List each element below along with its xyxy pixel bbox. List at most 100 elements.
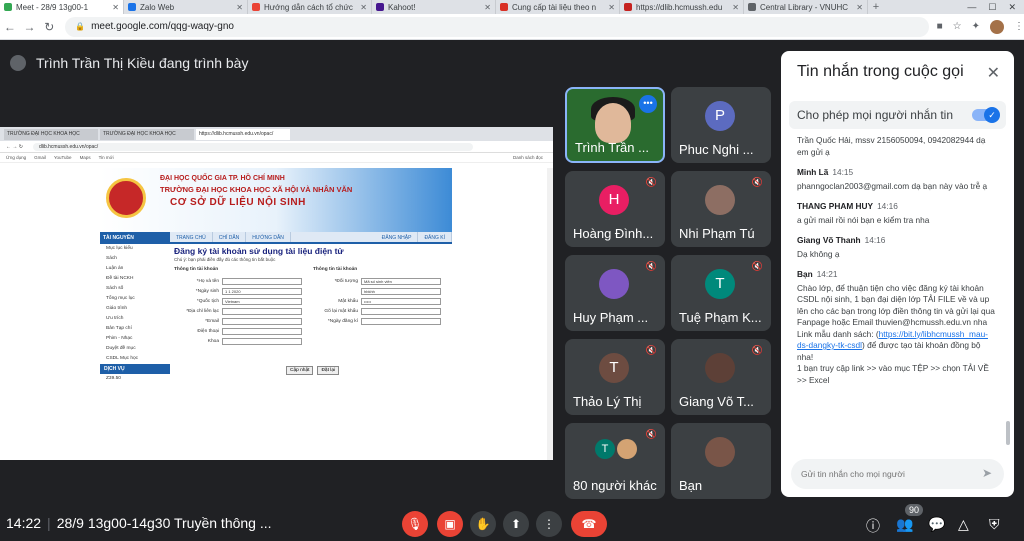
form-label: *Quốc tịch — [196, 298, 219, 304]
profile-avatar[interactable] — [989, 19, 1004, 34]
tab-close-icon[interactable]: ✕ — [732, 3, 739, 12]
chat-message: THANG PHAM HUY 14:16 a gửi mail rồi nói bạ… — [797, 201, 997, 226]
people-icon[interactable]: 👥 — [896, 516, 913, 533]
close-chat-icon[interactable]: ✕ — [987, 63, 1000, 83]
form-label: Điện thoại — [197, 328, 219, 334]
participant-tile[interactable]: 🔇 Huy Phạm ... — [565, 255, 665, 331]
form-row: *Ngày sinh 1 1 2020 — [174, 286, 313, 296]
participant-tile[interactable]: Bạn — [671, 423, 771, 499]
form-label: Mật khẩu — [338, 298, 358, 304]
mic-off-button[interactable]: 🎙 — [402, 511, 428, 537]
form-input[interactable] — [222, 317, 302, 325]
raise-hand-button[interactable]: ✋ — [470, 511, 496, 537]
shared-address-bar: ← → ↻ dlib.hcmussh.edu.vn/opac/ — [0, 141, 553, 153]
form-input[interactable]: Vietnam — [222, 297, 302, 305]
host-controls-icon[interactable]: ⛨ — [989, 516, 1000, 533]
message-body: phanngoclan2003@gmail.com dạ bạn này vào… — [797, 180, 988, 191]
camera-indicator-icon[interactable]: ■ — [937, 21, 943, 32]
tab-close-icon[interactable]: ✕ — [484, 3, 491, 12]
form-input[interactable]: Mã số sinh viên — [361, 277, 441, 285]
participant-tile[interactable]: P Phuc Nghi ... — [671, 87, 771, 163]
tile-options-icon[interactable]: ••• — [639, 95, 657, 113]
chat-input[interactable] — [791, 459, 961, 489]
tab-close-icon[interactable]: ✕ — [856, 3, 863, 12]
browser-tab[interactable]: Hướng dẫn cách tổ chức ✕ — [248, 0, 372, 14]
participant-tile[interactable]: ••• Trình Trần ... — [565, 87, 665, 163]
participant-tile[interactable]: 🔇 Giang Võ T... — [671, 339, 771, 415]
site-nav-item: TRANG CHỦ — [170, 232, 213, 242]
form-input[interactable] — [222, 327, 302, 335]
browser-tab[interactable]: Cung cấp tài liệu theo n ✕ — [496, 0, 620, 14]
extensions-icon[interactable]: ✦ — [972, 21, 980, 32]
meeting-info: 14:22 | 28/9 13g00-14g30 Truyền thông ... — [6, 515, 272, 531]
form-label: *Email — [205, 318, 219, 324]
maximize-icon[interactable]: ☐ — [988, 2, 996, 13]
tab-close-icon[interactable]: ✕ — [360, 3, 367, 12]
participant-tile[interactable]: 🔇 H Hoàng Đình... — [565, 171, 665, 247]
side-item: Ưu trích — [106, 316, 124, 321]
browser-menu-icon[interactable]: ⋮ — [1014, 21, 1024, 32]
shared-bookmark: Ứng dụng — [6, 155, 27, 160]
new-tab-button[interactable]: + — [868, 0, 884, 14]
side-item: Giáo trình — [106, 306, 128, 311]
bookmark-star-icon[interactable]: ☆ — [953, 21, 962, 32]
form-input[interactable] — [222, 277, 302, 285]
browser-tab[interactable]: Kahoot! ✕ — [372, 0, 496, 14]
shared-bookmark: Tin mới — [98, 155, 114, 160]
participant-tile[interactable]: 🔇 T Tuệ Phạm K... — [671, 255, 771, 331]
tab-favicon-icon — [252, 3, 260, 11]
tab-close-icon[interactable]: ✕ — [236, 3, 243, 12]
mic-muted-icon: 🔇 — [645, 177, 657, 187]
participant-tile[interactable]: 🔇 T 80 người khác — [565, 423, 665, 499]
browser-tab[interactable]: Central Library - VNUHC ✕ — [744, 0, 868, 14]
participant-tile[interactable]: 🔇 Nhi Phạm Tú — [671, 171, 771, 247]
tab-close-icon[interactable]: ✕ — [112, 3, 119, 12]
message-text: Chào lớp, để thuận tiện cho việc đăng ký… — [797, 282, 995, 385]
meeting-details-icon[interactable]: ⓘ — [866, 516, 880, 536]
side-head2: DỊCH VỤ — [100, 364, 170, 374]
reload-icon[interactable]: ↻ — [39, 20, 59, 34]
participant-avatar: P — [705, 101, 735, 131]
back-icon[interactable]: ← — [0, 20, 20, 34]
site-nav-right-item: ĐĂNG KÍ — [418, 232, 452, 242]
form-input[interactable]: ••••• — [361, 297, 441, 305]
participant-avatar — [705, 353, 735, 383]
message-time: 14:21 — [816, 269, 838, 279]
form-label: Gõ lại mật khẩu — [324, 308, 358, 314]
forward-icon[interactable]: → — [20, 20, 40, 34]
more-options-button[interactable]: ⋮ — [536, 511, 562, 537]
leave-call-button[interactable]: ☎ — [571, 511, 607, 537]
banner-line1: ĐẠI HỌC QUỐC GIA TP. HỒ CHÍ MINH — [160, 175, 285, 182]
form-input[interactable] — [222, 307, 302, 315]
activities-icon[interactable]: △ — [958, 516, 969, 533]
form-input[interactable] — [361, 307, 441, 315]
browser-tab[interactable]: Zalo Web ✕ — [124, 0, 248, 14]
browser-tab[interactable]: Meet - 28/9 13g00-1 ✕ — [0, 0, 124, 14]
url-input[interactable]: 🔒 meet.google.com/qqg-waqy-gno — [65, 16, 929, 37]
send-icon[interactable]: ➤ — [982, 466, 992, 480]
participant-tile[interactable]: 🔇 T Thảo Lý Thị — [565, 339, 665, 415]
reset-button[interactable]: Đặt lại — [317, 366, 340, 375]
form-input[interactable] — [222, 337, 302, 345]
tab-close-icon[interactable]: ✕ — [608, 3, 615, 12]
camera-off-button[interactable]: ▣ — [437, 511, 463, 537]
mic-muted-icon: 🔇 — [645, 345, 657, 355]
presenting-text: Trình Trần Thị Kiều đang trình bày — [36, 55, 249, 71]
side-item: Phim - Nhạc — [106, 336, 133, 341]
chat-scrollbar[interactable] — [1006, 421, 1010, 445]
university-seal-icon — [106, 178, 146, 218]
browser-tab[interactable]: https://dlib.hcmussh.edu ✕ — [620, 0, 744, 14]
form-row: Khoa — [174, 336, 313, 346]
update-button[interactable]: Cập nhật — [286, 366, 314, 375]
participant-avatar: T — [705, 269, 735, 299]
form-input[interactable] — [361, 317, 441, 325]
present-button[interactable]: ⬆ — [503, 511, 529, 537]
chat-icon[interactable]: 💬 — [928, 516, 945, 533]
close-window-icon[interactable]: ✕ — [1008, 2, 1016, 13]
form-input[interactable]: hbkhh — [361, 287, 441, 295]
message-text: Dạ không ạ — [797, 249, 997, 261]
mic-muted-icon: 🔇 — [751, 345, 763, 355]
allow-messages-toggle[interactable]: ✓ — [972, 107, 1000, 123]
minimize-icon[interactable]: — — [967, 2, 976, 12]
form-input[interactable]: 1 1 2020 — [222, 287, 302, 295]
